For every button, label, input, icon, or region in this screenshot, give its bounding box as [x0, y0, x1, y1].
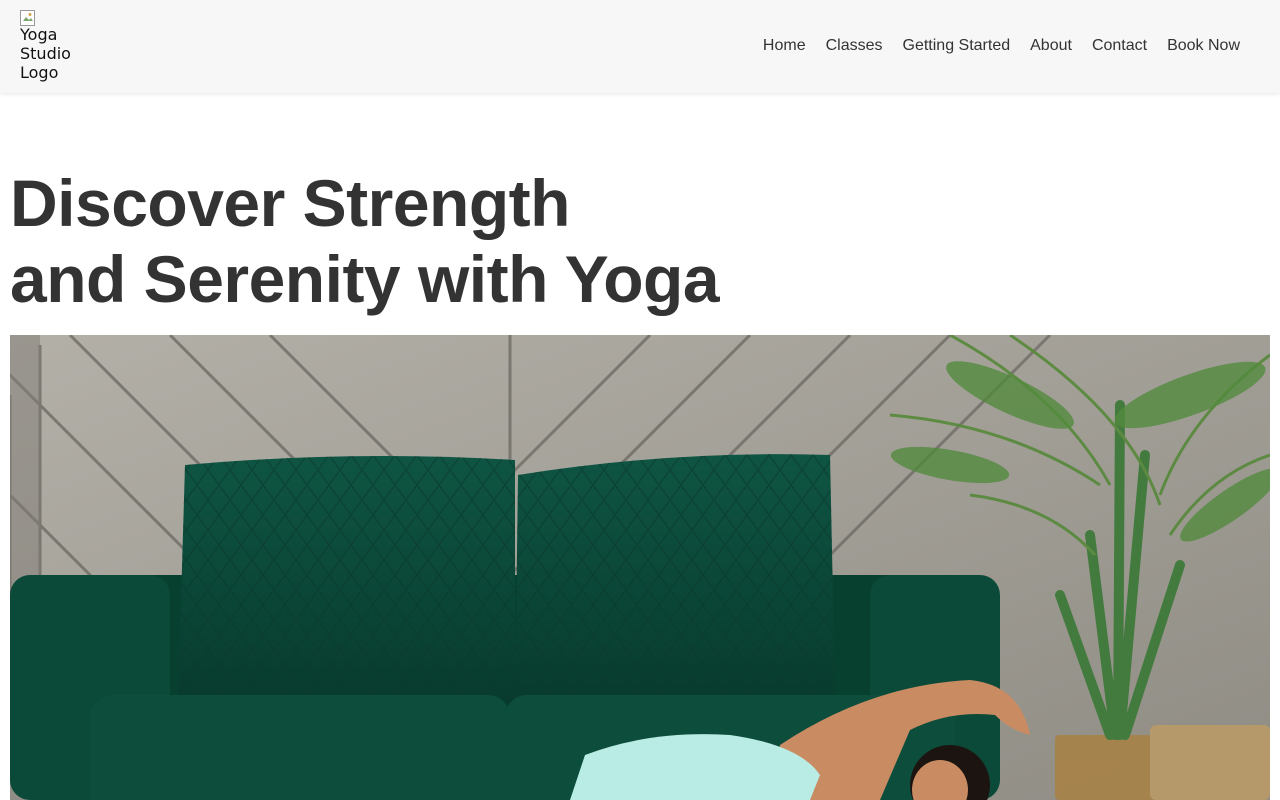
nav-link-home[interactable]: Home — [763, 36, 806, 56]
hero-photo-illustration — [10, 335, 1270, 800]
logo[interactable]: Yoga Studio Logo — [20, 10, 80, 82]
hero-image — [10, 335, 1270, 800]
hero-title-line-1: Discover Strength — [10, 166, 570, 240]
site-header: Yoga Studio Logo Home Classes Getting St… — [0, 0, 1280, 93]
logo-alt-text: Yoga Studio Logo — [20, 25, 71, 82]
main-nav: Home Classes Getting Started About Conta… — [763, 36, 1240, 56]
nav-link-book-now[interactable]: Book Now — [1167, 36, 1240, 56]
nav-link-about[interactable]: About — [1030, 36, 1072, 56]
nav-link-classes[interactable]: Classes — [826, 36, 883, 56]
nav-link-contact[interactable]: Contact — [1092, 36, 1147, 56]
hero-title-line-2: and Serenity with Yoga — [10, 242, 720, 316]
hero-title: Discover Strength and Serenity with Yoga — [10, 165, 910, 317]
nav-link-getting-started[interactable]: Getting Started — [903, 36, 1011, 56]
